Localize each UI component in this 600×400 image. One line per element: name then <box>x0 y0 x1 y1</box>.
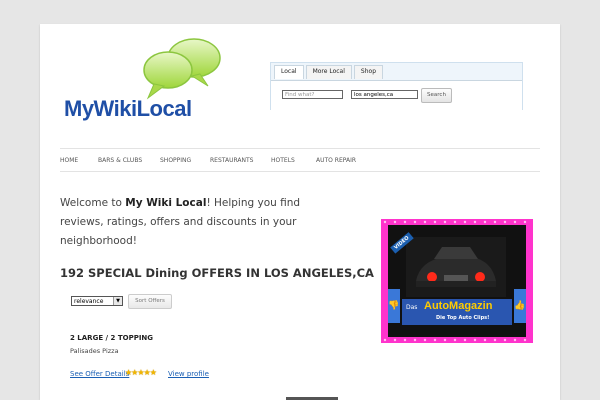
location-input[interactable]: los angeles,ca <box>351 90 418 99</box>
tab-local[interactable]: Local <box>274 65 304 79</box>
ad-title-banner: Das AutoMagazin Die Top Auto Clips! <box>402 299 512 325</box>
nav-bars-clubs[interactable]: BARS & CLUBS <box>98 157 142 164</box>
main-nav: HOME BARS & CLUBS SHOPPING RESTAURANTS H… <box>60 148 540 172</box>
listing-business: Palisades Pizza <box>70 347 119 355</box>
ad-subtitle: Die Top Auto Clips! <box>436 315 490 321</box>
find-what-input[interactable]: Find what? <box>282 90 343 99</box>
welcome-text: Welcome to My Wiki Local! Helping you fi… <box>60 194 335 251</box>
nav-restaurants[interactable]: RESTAURANTS <box>210 157 253 164</box>
welcome-prefix: Welcome to <box>60 197 126 209</box>
listing-title: 2 LARGE / 2 TOPPING <box>70 334 154 342</box>
logo-text: MyWikiLocal <box>64 96 192 121</box>
nav-home[interactable]: HOME <box>60 157 78 164</box>
search-widget: Local More Local Shop Find what? los ang… <box>270 62 523 110</box>
car-image <box>406 237 506 297</box>
page: MyWikiLocal Local More Local Shop Find w… <box>40 24 560 400</box>
nav-auto-repair[interactable]: AUTO REPAIR <box>316 157 356 164</box>
ad-das-text: Das <box>406 304 418 311</box>
thumbs-down-icon[interactable]: 👎 <box>388 289 400 323</box>
view-profile-link[interactable]: View profile <box>168 370 209 378</box>
sort-select-value: relevance <box>74 298 104 305</box>
ad-banner[interactable]: VIDEO 👎 👍 Das AutoMagazin Die Top Auto C… <box>381 219 533 343</box>
rating-stars: ★★★★★ <box>125 368 157 377</box>
chevron-down-icon: ▼ <box>113 297 122 305</box>
tab-shop[interactable]: Shop <box>353 65 383 79</box>
tab-more-local[interactable]: More Local <box>305 65 352 79</box>
nav-shopping[interactable]: SHOPPING <box>160 157 191 164</box>
welcome-brand: My Wiki Local <box>125 197 207 209</box>
see-offer-details-link[interactable]: See Offer Details <box>70 370 129 378</box>
search-tabs: Local More Local Shop <box>274 65 383 79</box>
ad-automagazin-text: AutoMagazin <box>424 300 493 312</box>
offers-title: 192 SPECIAL Dining OFFERS IN LOS ANGELES… <box>60 266 374 280</box>
nav-hotels[interactable]: HOTELS <box>271 157 295 164</box>
sort-select[interactable]: relevance ▼ <box>71 296 123 306</box>
sort-offers-button[interactable]: Sort Offers <box>128 294 172 309</box>
ad-video-frame: VIDEO 👎 👍 Das AutoMagazin Die Top Auto C… <box>388 225 526 337</box>
site-logo[interactable]: MyWikiLocal <box>62 36 221 121</box>
search-button[interactable]: Search <box>421 88 452 103</box>
thumbs-up-icon[interactable]: 👍 <box>514 289 526 323</box>
search-form: Find what? los angeles,ca Search <box>271 80 522 110</box>
